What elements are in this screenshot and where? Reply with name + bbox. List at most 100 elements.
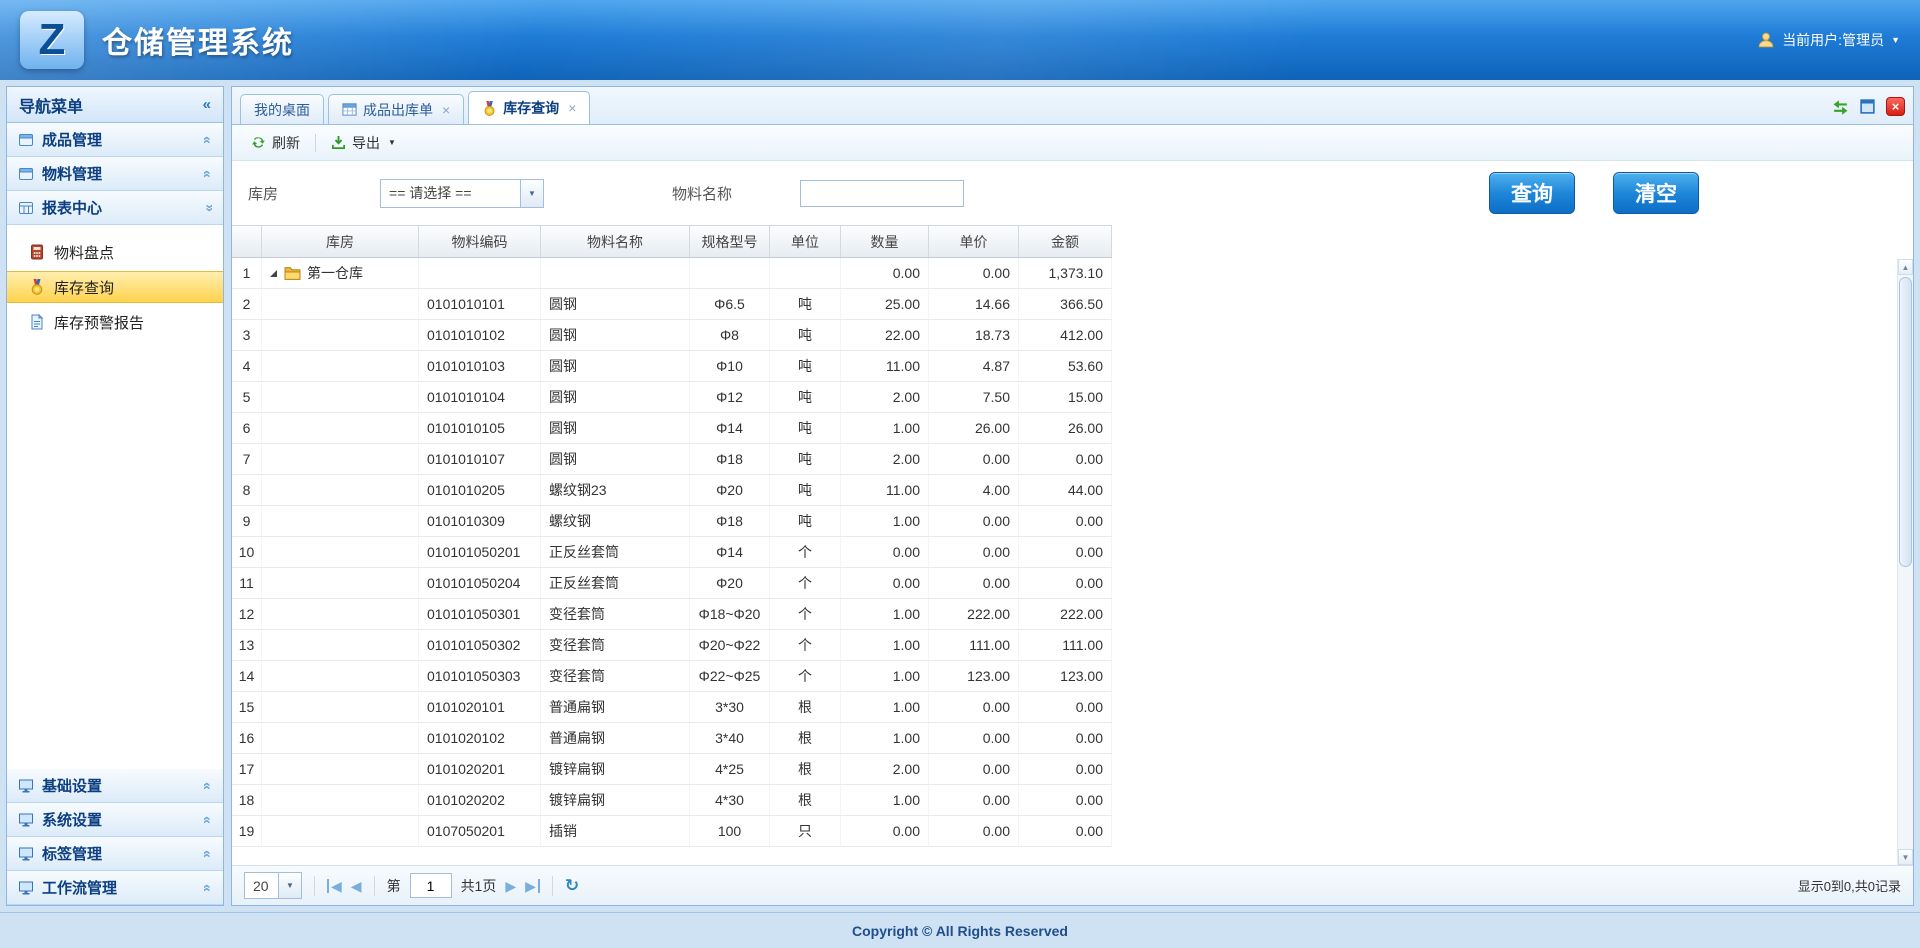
cell-warehouse bbox=[262, 723, 419, 753]
cell-amount: 222.00 bbox=[1019, 599, 1112, 629]
chevron-down-icon[interactable]: ▼ bbox=[278, 873, 301, 898]
sidebar-section-system-settings[interactable]: 系统设置 « bbox=[7, 803, 223, 837]
table-row[interactable]: 10010101050201正反丝套筒Φ14个0.000.000.00 bbox=[232, 537, 1112, 568]
sidebar-section-basic-settings[interactable]: 基础设置 « bbox=[7, 769, 223, 803]
user-menu[interactable]: 当前用户:管理员 ▼ bbox=[1757, 30, 1900, 50]
inventory-warning-report-icon bbox=[29, 314, 45, 330]
warehouse-label: 库房 bbox=[248, 183, 278, 204]
section-label: 基础设置 bbox=[42, 775, 102, 796]
table-row[interactable]: 90101010309螺纹钢Φ18吨1.000.000.00 bbox=[232, 506, 1112, 537]
reload-grid-icon[interactable]: ↻ bbox=[565, 876, 579, 896]
page-size-select[interactable]: 20 ▼ bbox=[244, 872, 302, 899]
data-grid: 库房 物料编码 物料名称 规格型号 单位 数量 单价 金额 1第一仓库0.000… bbox=[232, 225, 1913, 865]
scroll-up-icon[interactable]: ▲ bbox=[1898, 259, 1913, 275]
tab-inventory-query[interactable]: 库存查询 × bbox=[468, 91, 590, 124]
column-header-amount[interactable]: 金额 bbox=[1019, 226, 1112, 257]
table-row[interactable]: 1第一仓库0.000.001,373.10 bbox=[232, 258, 1112, 289]
clear-button[interactable]: 清空 bbox=[1613, 172, 1699, 214]
sidebar-collapse-icon[interactable]: « bbox=[203, 96, 211, 113]
table-row[interactable]: 180101020202镀锌扁钢4*30根1.000.000.00 bbox=[232, 785, 1112, 816]
table-row[interactable]: 150101020101普通扁钢3*30根1.000.000.00 bbox=[232, 692, 1112, 723]
table-row[interactable]: 80101010205螺纹钢23Φ20吨11.004.0044.00 bbox=[232, 475, 1112, 506]
close-tab-icon[interactable]: × bbox=[568, 100, 576, 116]
sidebar-section-product-mgmt[interactable]: 成品管理 « bbox=[7, 123, 223, 157]
column-header-unit[interactable]: 单位 bbox=[770, 226, 841, 257]
refresh-icon bbox=[251, 135, 266, 150]
chevron-down-icon[interactable]: ▼ bbox=[520, 180, 543, 207]
tree-expander-icon[interactable] bbox=[270, 270, 277, 277]
table-row[interactable]: 70101010107圆钢Φ18吨2.000.000.00 bbox=[232, 444, 1112, 475]
sidebar-item-inventory-query[interactable]: 库存查询 bbox=[7, 271, 223, 303]
chevron-down-icon: « bbox=[200, 850, 216, 858]
cell-warehouse bbox=[262, 599, 419, 629]
table-row[interactable]: 30101010102圆钢Φ8吨22.0018.73412.00 bbox=[232, 320, 1112, 351]
column-header-material-name[interactable]: 物料名称 bbox=[541, 226, 690, 257]
column-header-material-code[interactable]: 物料编码 bbox=[419, 226, 541, 257]
table-row[interactable]: 170101020201镀锌扁钢4*25根2.000.000.00 bbox=[232, 754, 1112, 785]
outbound-order-icon bbox=[342, 102, 357, 117]
page-number-input[interactable] bbox=[410, 873, 452, 898]
cell-unit: 个 bbox=[770, 568, 841, 598]
cell-price: 4.87 bbox=[929, 351, 1019, 381]
section-label: 工作流管理 bbox=[42, 877, 117, 898]
table-row[interactable]: 160101020102普通扁钢3*40根1.000.000.00 bbox=[232, 723, 1112, 754]
cell-spec: Φ12 bbox=[690, 382, 770, 412]
table-row[interactable]: 40101010103圆钢Φ10吨11.004.8753.60 bbox=[232, 351, 1112, 382]
column-header-price[interactable]: 单价 bbox=[929, 226, 1019, 257]
query-button[interactable]: 查询 bbox=[1489, 172, 1575, 214]
sidebar-section-material-mgmt[interactable]: 物料管理 « bbox=[7, 157, 223, 191]
filter-buttons: 查询 清空 bbox=[1489, 172, 1699, 214]
refresh-button[interactable]: 刷新 bbox=[244, 129, 307, 157]
tab-product-outbound[interactable]: 成品出库单 × bbox=[328, 94, 464, 124]
table-row[interactable]: 14010101050303变径套筒Φ22~Φ25个1.00123.00123.… bbox=[232, 661, 1112, 692]
section-label: 系统设置 bbox=[42, 809, 102, 830]
next-page-button[interactable]: ▶ bbox=[505, 879, 516, 893]
table-row[interactable]: 60101010105圆钢Φ14吨1.0026.0026.00 bbox=[232, 413, 1112, 444]
cell-spec: 3*40 bbox=[690, 723, 770, 753]
table-row[interactable]: 20101010101圆钢Φ6.5吨25.0014.66366.50 bbox=[232, 289, 1112, 320]
table-row[interactable]: 12010101050301变径套筒Φ18~Φ20个1.00222.00222.… bbox=[232, 599, 1112, 630]
main-panel: 我的桌面 成品出库单 × 库存查询 × × bbox=[231, 86, 1914, 906]
column-header-spec[interactable]: 规格型号 bbox=[690, 226, 770, 257]
sidebar-section-report-center[interactable]: 报表中心 « bbox=[7, 191, 223, 225]
chevron-up-icon: « bbox=[200, 204, 216, 212]
prev-page-button[interactable]: ◀ bbox=[351, 879, 362, 893]
close-tab-icon[interactable]: × bbox=[442, 102, 450, 118]
sidebar-section-label-mgmt[interactable]: 标签管理 « bbox=[7, 837, 223, 871]
scroll-down-icon[interactable]: ▼ bbox=[1898, 849, 1913, 865]
sidebar-item-material-check[interactable]: 物料盘点 bbox=[7, 236, 223, 268]
cell-material-code: 0101010309 bbox=[419, 506, 541, 536]
scrollbar-thumb[interactable] bbox=[1899, 277, 1912, 567]
first-page-button[interactable]: ◀ bbox=[327, 879, 342, 893]
cell-unit bbox=[770, 258, 841, 288]
current-user-label: 当前用户:管理员 bbox=[1782, 30, 1884, 50]
export-button[interactable]: 导出 ▼ bbox=[324, 129, 403, 157]
grid-body: 1第一仓库0.000.001,373.1020101010101圆钢Φ6.5吨2… bbox=[232, 258, 1112, 847]
cell-material-code: 0101010107 bbox=[419, 444, 541, 474]
sidebar-item-inventory-warning-report[interactable]: 库存预警报告 bbox=[7, 306, 223, 338]
cell-warehouse bbox=[262, 816, 419, 846]
section-label: 物料管理 bbox=[42, 163, 102, 184]
cell-qty: 25.00 bbox=[841, 289, 929, 319]
cell-qty: 22.00 bbox=[841, 320, 929, 350]
maximize-icon[interactable] bbox=[1859, 98, 1876, 115]
chevron-down-icon: « bbox=[200, 884, 216, 892]
cell-material-code: 0101020102 bbox=[419, 723, 541, 753]
refresh-tabs-icon[interactable] bbox=[1832, 98, 1849, 115]
last-page-button[interactable]: ▶ bbox=[525, 879, 540, 893]
column-header-warehouse[interactable]: 库房 bbox=[262, 226, 419, 257]
table-row[interactable]: 11010101050204正反丝套筒Φ20个0.000.000.00 bbox=[232, 568, 1112, 599]
logo-letter: Z bbox=[39, 15, 66, 65]
column-header-qty[interactable]: 数量 bbox=[841, 226, 929, 257]
close-panel-icon[interactable]: × bbox=[1886, 97, 1905, 116]
vertical-scrollbar[interactable]: ▲ ▼ bbox=[1897, 259, 1913, 865]
cell-spec: Φ20~Φ22 bbox=[690, 630, 770, 660]
table-row[interactable]: 190107050201插销100只0.000.000.00 bbox=[232, 816, 1112, 847]
material-name-input[interactable] bbox=[800, 180, 964, 207]
sidebar-section-workflow-mgmt[interactable]: 工作流管理 « bbox=[7, 871, 223, 905]
table-row[interactable]: 50101010104圆钢Φ12吨2.007.5015.00 bbox=[232, 382, 1112, 413]
tab-my-desktop[interactable]: 我的桌面 bbox=[240, 94, 324, 124]
table-row[interactable]: 13010101050302变径套筒Φ20~Φ22个1.00111.00111.… bbox=[232, 630, 1112, 661]
export-dropdown-caret-icon[interactable]: ▼ bbox=[388, 138, 396, 147]
warehouse-select[interactable]: == 请选择 == ▼ bbox=[380, 179, 544, 208]
